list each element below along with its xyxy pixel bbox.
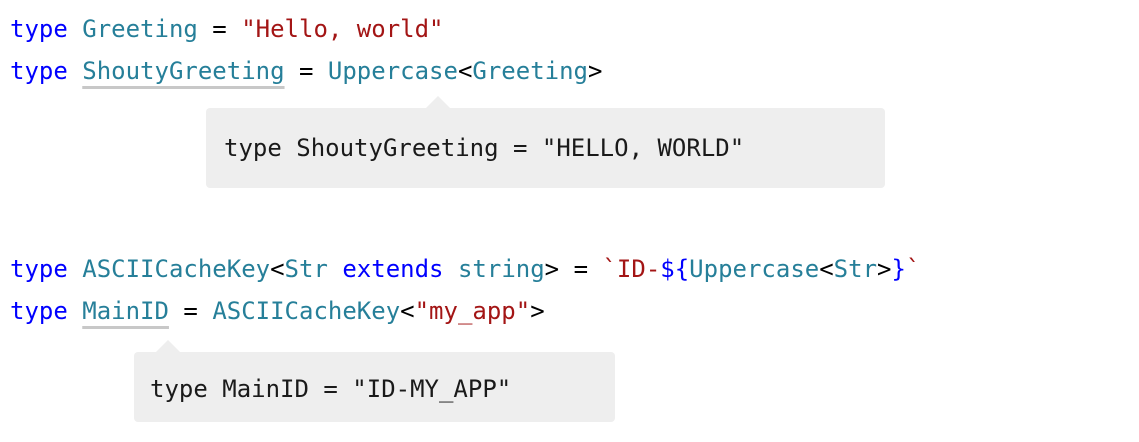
- type-arg-greeting: Greeting: [472, 57, 588, 85]
- angle-open: <: [270, 255, 285, 283]
- equals-operator: =: [168, 297, 213, 325]
- type-name-shouty-greeting[interactable]: ShoutyGreeting: [82, 57, 284, 85]
- type-constraint-string: string: [457, 255, 545, 283]
- type-name-ascii-cache-key: ASCIICacheKey: [82, 255, 271, 283]
- code-line-ascii-cache-key: type ASCIICacheKey<Str extends string> =…: [10, 254, 920, 284]
- popover-arrow: [156, 340, 180, 352]
- template-literal-end: `: [905, 255, 921, 283]
- type-arg-str: Str: [833, 255, 878, 283]
- angle-close: >: [530, 297, 545, 325]
- type-name-greeting: Greeting: [82, 15, 198, 43]
- type-param-str: Str: [284, 255, 328, 283]
- popover-text: type ShoutyGreeting = "HELLO, WORLD": [224, 134, 745, 162]
- angle-close: >: [877, 255, 892, 283]
- keyword-type: type: [10, 57, 68, 85]
- angle-open: <: [457, 57, 473, 85]
- type-ref-uppercase: Uppercase: [689, 255, 820, 283]
- angle-open: <: [400, 297, 415, 325]
- keyword-extends: extends: [342, 255, 444, 283]
- angle-open: <: [819, 255, 834, 283]
- template-literal-start: `ID-: [602, 255, 661, 283]
- equals-operator: =: [197, 15, 242, 43]
- keyword-type: type: [10, 15, 68, 43]
- code-line-main-id: type MainID = ASCIICacheKey<"my_app">: [10, 296, 545, 326]
- hover-popover-shouty-greeting: type ShoutyGreeting = "HELLO, WORLD": [206, 96, 885, 188]
- angle-close: >: [588, 57, 603, 85]
- template-interp-close: }: [891, 255, 906, 283]
- equals-operator: =: [284, 57, 328, 85]
- hover-popover-main-id: type MainID = "ID-MY_APP": [134, 340, 615, 422]
- template-interp-open: ${: [660, 255, 690, 283]
- popover-arrow: [426, 96, 450, 108]
- string-literal: "Hello, world": [241, 15, 444, 43]
- code-line-shouty-greeting: type ShoutyGreeting = Uppercase<Greeting…: [10, 56, 602, 86]
- code-line-greeting: type Greeting = "Hello, world": [10, 14, 444, 44]
- type-ref-ascii-cache-key: ASCIICacheKey: [212, 297, 401, 325]
- keyword-type: type: [10, 255, 68, 283]
- string-arg-my-app: "my_app": [414, 297, 531, 325]
- type-name-main-id[interactable]: MainID: [82, 297, 169, 325]
- angle-close-equals: > =: [544, 255, 603, 283]
- type-ref-uppercase: Uppercase: [327, 57, 458, 85]
- keyword-type: type: [10, 297, 68, 325]
- popover-text: type MainID = "ID-MY_APP": [150, 375, 512, 403]
